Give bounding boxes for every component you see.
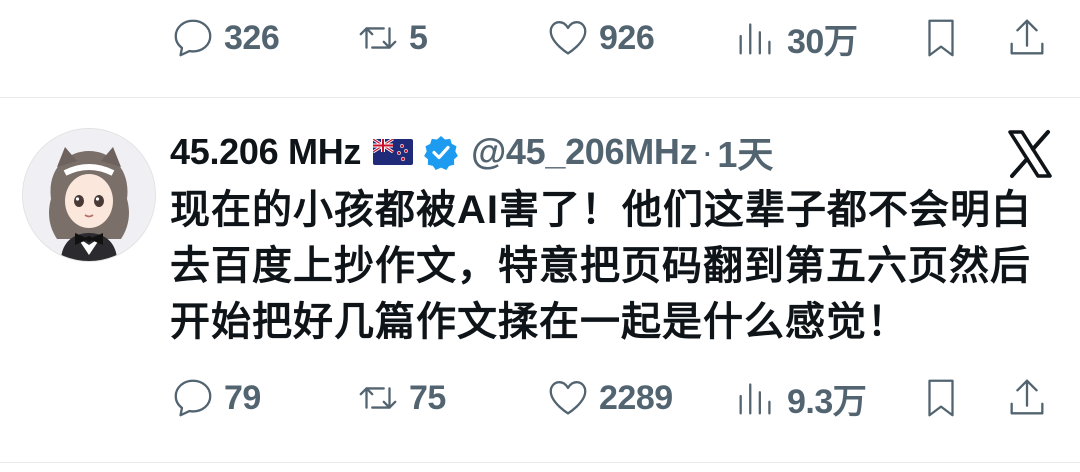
tweet-action-bar: 79 75 2289 9.3万 — [0, 368, 1080, 428]
like-count: 926 — [599, 18, 655, 57]
previous-tweet-action-bar: 326 5 926 30万 — [0, 8, 1080, 68]
tweet-timestamp[interactable]: 1天 — [717, 126, 773, 178]
repost-button[interactable]: 5 — [355, 8, 428, 68]
like-count: 2289 — [599, 378, 673, 417]
tweet-text: 现在的小孩都被AI害了！他们这辈子都不会明白 去百度上抄作文，特意把页码翻到第五… — [170, 182, 1050, 350]
reply-button[interactable]: 79 — [170, 368, 261, 428]
like-icon — [549, 21, 587, 55]
bookmark-icon — [928, 19, 954, 57]
reply-count: 326 — [224, 18, 280, 57]
views-button[interactable]: 30万 — [733, 8, 858, 68]
new-zealand-flag-icon — [373, 139, 414, 165]
like-button[interactable]: 926 — [545, 8, 655, 68]
view-count: 30万 — [787, 22, 858, 61]
share-icon — [1010, 19, 1044, 55]
separator-dot: · — [701, 131, 714, 172]
verified-badge-icon — [424, 136, 459, 170]
bottom-divider — [0, 462, 1080, 463]
tweet-divider — [0, 97, 1080, 98]
tweet-header: 45.206 MHz @45_206MHz · 1天 — [170, 126, 773, 178]
share-button[interactable] — [1004, 8, 1050, 68]
user-handle[interactable]: @45_206MHz — [471, 131, 698, 173]
repost-button[interactable]: 75 — [355, 368, 446, 428]
avatar[interactable] — [22, 128, 156, 262]
x-logo-icon — [1008, 130, 1052, 178]
avatar-illustration — [23, 129, 155, 261]
share-button[interactable] — [1004, 368, 1050, 428]
views-icon — [739, 383, 771, 415]
share-icon — [1010, 379, 1044, 415]
repost-count: 5 — [409, 18, 428, 57]
like-icon — [549, 381, 587, 415]
tweet-text-line: 开始把好几篇作文揉在一起是什么感觉！ — [170, 300, 908, 344]
repost-count: 75 — [409, 378, 446, 417]
reply-button[interactable]: 326 — [170, 8, 280, 68]
reply-icon — [174, 379, 212, 417]
bookmark-button[interactable] — [918, 368, 964, 428]
tweet-text-line: 现在的小孩都被AI害了！他们这辈子都不会明白 — [170, 188, 1032, 232]
reply-icon — [174, 19, 212, 57]
reply-count: 79 — [224, 378, 261, 417]
repost-icon — [359, 27, 397, 49]
tweet-text-line: 去百度上抄作文，特意把页码翻到第五六页然后 — [170, 244, 1031, 288]
display-name[interactable]: 45.206 MHz — [170, 131, 361, 173]
bookmark-icon — [928, 379, 954, 417]
repost-icon — [359, 387, 397, 409]
bookmark-button[interactable] — [918, 8, 964, 68]
like-button[interactable]: 2289 — [545, 368, 673, 428]
view-count: 9.3万 — [787, 382, 867, 421]
views-icon — [739, 23, 771, 55]
views-button[interactable]: 9.3万 — [733, 368, 867, 428]
